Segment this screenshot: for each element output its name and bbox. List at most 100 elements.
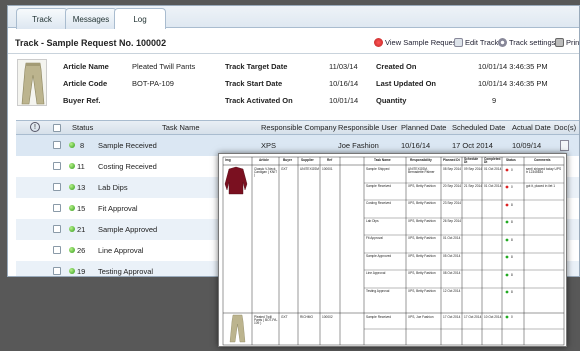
report-header-responsibility: Responsibility [410, 158, 432, 162]
tab-log[interactable]: Log [114, 8, 166, 29]
report-status-3: 8 [511, 202, 513, 207]
row-checkbox[interactable] [53, 204, 61, 212]
report-header-comments: Comments [534, 158, 551, 162]
report-resp-4: XPS, Betty Fashion [408, 219, 436, 223]
track-settings-button[interactable]: Track settings [498, 38, 555, 47]
article-code-label: Article Code [63, 79, 108, 88]
table-header: ! Status Task Name Responsible Company R… [16, 120, 579, 135]
select-all-checkbox[interactable] [53, 124, 61, 132]
report-planned-6: 05 Oct 2014 [443, 254, 461, 258]
report-planned-1: 08 Sep 2014 [443, 167, 462, 171]
row-checkbox[interactable] [53, 225, 61, 233]
report-status-6: 8 [511, 254, 513, 259]
report-header-ref: Ref [327, 158, 333, 162]
report-task2-sched: 17 Oct 2014 [464, 315, 482, 319]
report-header-planned: Planned Dt [443, 158, 460, 162]
print-label: Print [566, 38, 580, 47]
docs-header[interactable]: Doc(s) [554, 123, 576, 132]
print-button[interactable]: Print [555, 38, 580, 47]
row-company: XPS [261, 141, 277, 150]
report-header-img: Img [225, 158, 231, 162]
report-status-2: 0 [511, 184, 513, 189]
row-task: Sample Approved [98, 225, 158, 234]
row-checkbox[interactable] [53, 267, 61, 275]
updated-value: 10/01/14 3:46:35 PM [478, 79, 548, 88]
task-name-header[interactable]: Task Name [162, 123, 200, 132]
row-task: Line Approval [98, 246, 144, 255]
target-date-label: Track Target Date [225, 62, 288, 71]
status-dot-icon [69, 226, 75, 232]
created-value: 10/01/14 3:46:35 PM [478, 62, 548, 71]
edit-track-label: Edit Track [465, 38, 499, 47]
report-task2-name: Sample Received [366, 315, 391, 319]
status-dot-icon [69, 163, 75, 169]
report-sched-2: 21 Sep 2014 [464, 184, 483, 188]
report-status-1: 0 [511, 167, 513, 172]
document-icon[interactable] [560, 140, 569, 151]
tab-track[interactable]: Track [16, 8, 68, 29]
report-item1-ref: 100001 [322, 167, 333, 171]
company-header[interactable]: Responsible Company [261, 123, 336, 132]
report-task2-planned: 17 Oct 2014 [443, 315, 461, 319]
report-header-article: Article [259, 158, 269, 162]
row-checkbox[interactable] [53, 162, 61, 170]
status-header[interactable]: Status [72, 123, 93, 132]
report-status-8: 8 [511, 289, 513, 294]
activated-value: 10/01/14 [329, 96, 359, 105]
report-task2-status: 0 [511, 314, 513, 319]
planned-header[interactable]: Planned Date [401, 123, 446, 132]
activated-label: Track Activated On [225, 96, 293, 105]
row-checkbox[interactable] [53, 183, 61, 191]
report-planned-7: 08 Oct 2014 [443, 271, 461, 275]
quantity-label: Quantity [376, 96, 407, 105]
report-planned-3: 23 Sep 2014 [443, 201, 462, 205]
row-user: Joe Fashion [338, 141, 379, 150]
report-status-7: 8 [511, 272, 513, 277]
report-planned-4: 26 Sep 2014 [443, 219, 462, 223]
edit-track-button[interactable]: Edit Track [454, 38, 498, 47]
row-planned: 10/16/14 [401, 141, 431, 150]
user-header[interactable]: Responsible User [338, 123, 397, 132]
report-item2-buyer: GXT [281, 315, 288, 319]
actual-header[interactable]: Actual Date [512, 123, 551, 132]
row-number: 19 [77, 267, 86, 276]
report-resp-5: XPS, Betty Fashion [408, 236, 436, 240]
row-checkbox[interactable] [53, 141, 61, 149]
report-comment-1: sent/ shipped today UPS tr 12345634 [526, 167, 562, 175]
row-number: 15 [77, 204, 86, 213]
edit-icon [454, 38, 463, 47]
article-thumbnail [17, 59, 47, 106]
status-dot-icon [69, 268, 75, 274]
tab-messages[interactable]: Messages [65, 8, 117, 29]
report-task2-resp: XPS, Joe Fashion [408, 315, 434, 319]
scheduled-header[interactable]: Scheduled Date [452, 123, 505, 132]
report-resp-7: XPS, Betty Fashion [408, 271, 436, 275]
report-comp-2: 01 Oct 2014 [484, 184, 502, 188]
pants-image [21, 62, 45, 105]
row-number: 26 [77, 246, 86, 255]
row-number: 11 [77, 162, 85, 171]
report-planned-2: 20 Sep 2014 [443, 184, 462, 188]
report-header-status: Status [506, 158, 516, 162]
report-sched-1: 09 Sep 2014 [464, 167, 483, 171]
title-bar: Track - Sample Request No. 100002 View S… [8, 34, 579, 54]
row-number: 13 [77, 183, 86, 192]
article-code-value: BOT-PA-109 [132, 79, 174, 88]
start-date-label: Track Start Date [225, 79, 283, 88]
quantity-value: 9 [492, 96, 497, 105]
heart-icon [374, 38, 383, 47]
gear-icon [498, 38, 507, 47]
report-resp-2: XPS, Betty Fashion [408, 184, 436, 188]
report-resp-3: XPS, Betty Fashion [408, 201, 436, 205]
view-sample-request-button[interactable]: View Sample Request [374, 38, 459, 47]
screen-frame: Track Messages Log Track - Sample Reques… [0, 0, 580, 351]
report-item2-ref: 100002 [322, 315, 333, 319]
report-item1-buyer: GXT [281, 167, 288, 171]
report-resp-6: XPS, Betty Fashion [408, 254, 436, 258]
report-item1-article: Classic V-Neck Cardigan ( KNIT ) [254, 167, 277, 178]
report-resp-8: XPS, Betty Fashion [408, 289, 436, 293]
report-item1-supplier: UNITEXGSM [300, 167, 319, 171]
row-actual: 10/09/14 [512, 141, 542, 150]
page-title: Track - Sample Request No. 100002 [15, 38, 167, 48]
row-checkbox[interactable] [53, 246, 61, 254]
